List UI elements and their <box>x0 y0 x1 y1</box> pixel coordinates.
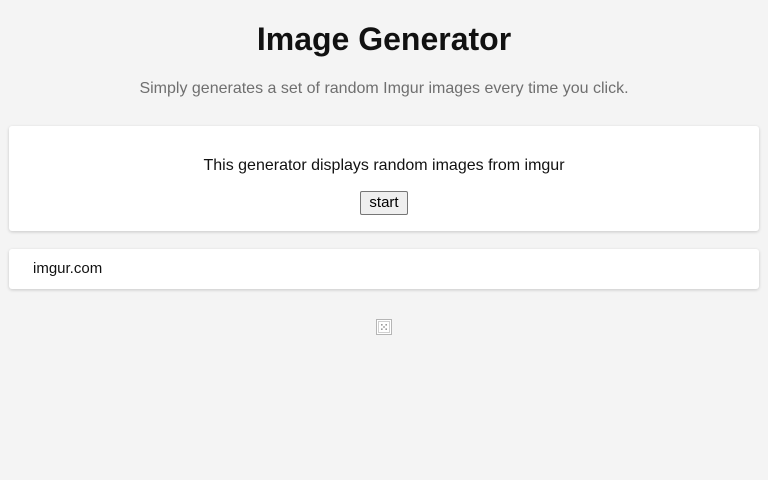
broken-image-icon <box>376 319 392 335</box>
page-title: Image Generator <box>256 21 512 57</box>
start-button[interactable]: start <box>360 191 408 215</box>
page-subtitle: Simply generates a set of random Imgur i… <box>139 80 629 97</box>
source-card: imgur.com <box>9 249 759 289</box>
generator-description: This generator displays random images fr… <box>203 157 565 174</box>
page: Image Generator Simply generates a set o… <box>0 0 768 480</box>
imgur-link[interactable]: imgur.com <box>33 259 102 279</box>
generator-card: This generator displays random images fr… <box>9 126 759 231</box>
